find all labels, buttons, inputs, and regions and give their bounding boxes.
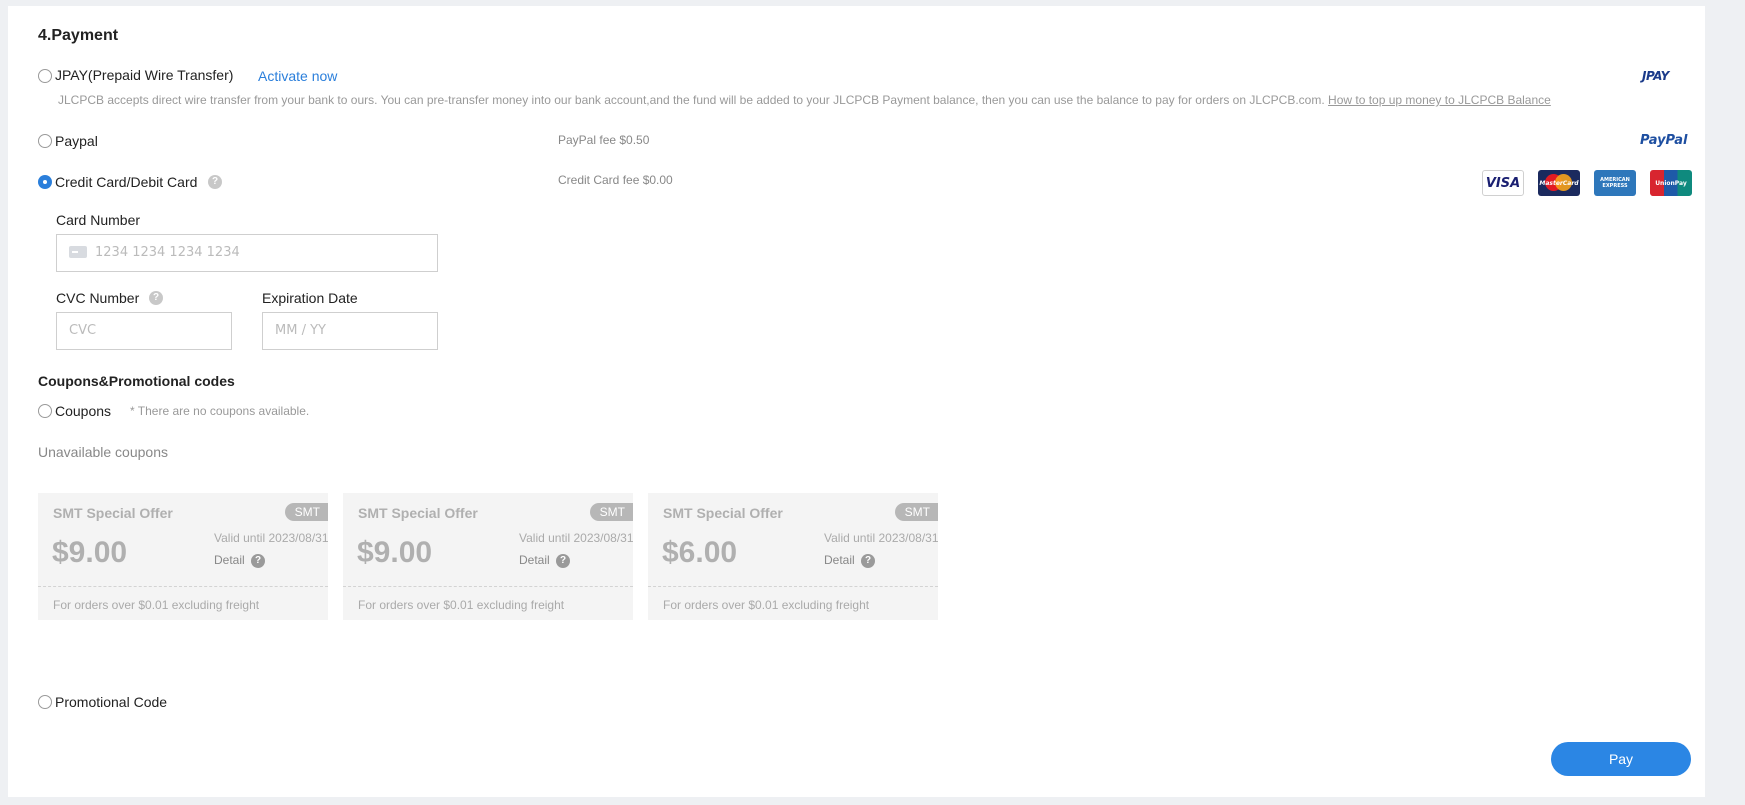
paypal-logo: PayPal — [1640, 133, 1688, 148]
coupons-label[interactable]: Coupons — [55, 403, 111, 419]
jpay-logo: JPAY — [1642, 69, 1669, 83]
cvc-input[interactable]: CVC — [56, 312, 232, 350]
paypal-fee: PayPal fee $0.50 — [558, 133, 650, 147]
mastercard-logo: MasterCard — [1538, 170, 1580, 196]
jpay-description: JLCPCB accepts direct wire transfer from… — [58, 93, 1551, 107]
credit-card-label[interactable]: Credit Card/Debit Card — [55, 174, 197, 190]
coupon-condition: For orders over $0.01 excluding freight — [53, 598, 260, 612]
coupon-valid-until: Valid until 2023/08/31 — [519, 531, 634, 545]
jpay-radio[interactable] — [38, 69, 52, 83]
payment-section-title: 4.Payment — [38, 27, 119, 44]
jpay-help-link[interactable]: How to top up money to JLCPCB Balance — [1328, 93, 1551, 107]
expiry-input[interactable]: MM / YY — [262, 312, 438, 350]
coupon-detail-label: Detail — [519, 553, 550, 567]
credit-card-fee: Credit Card fee $0.00 — [558, 173, 673, 187]
coupon-amount: $9.00 — [52, 536, 128, 569]
payment-panel — [8, 6, 1705, 797]
jpay-description-text: JLCPCB accepts direct wire transfer from… — [58, 93, 1325, 107]
unavailable-coupons-title: Unavailable coupons — [38, 444, 168, 460]
unionpay-logo: UnionPay — [1650, 170, 1692, 196]
coupon-divider — [648, 586, 938, 587]
coupon-valid-until: Valid until 2023/08/31 — [214, 531, 329, 545]
coupon-divider — [38, 586, 328, 587]
coupon-detail-help-icon[interactable]: ? — [861, 554, 875, 568]
coupon-title: SMT Special Offer — [53, 505, 173, 521]
coupons-section-title: Coupons&Promotional codes — [38, 373, 235, 389]
jpay-activate-link[interactable]: Activate now — [258, 68, 337, 84]
coupons-note: * There are no coupons available. — [130, 404, 310, 418]
expiry-placeholder: MM / YY — [275, 323, 326, 338]
promo-code-radio[interactable] — [38, 695, 52, 709]
cvc-help-icon[interactable]: ? — [149, 291, 163, 305]
coupon-card: SMT Special Offer SMT $6.00 Valid until … — [648, 493, 939, 620]
coupon-divider — [343, 586, 633, 587]
credit-card-help-icon[interactable]: ? — [208, 175, 222, 189]
visa-logo: VISA — [1482, 170, 1524, 196]
coupon-detail-help-icon[interactable]: ? — [556, 554, 570, 568]
jpay-label[interactable]: JPAY(Prepaid Wire Transfer) — [55, 67, 233, 83]
coupon-card: SMT Special Offer SMT $9.00 Valid until … — [343, 493, 634, 620]
coupon-card: SMT Special Offer SMT $9.00 Valid until … — [38, 493, 329, 620]
mastercard-text: MasterCard — [1539, 179, 1579, 187]
coupon-detail-label: Detail — [214, 553, 245, 567]
expiry-label: Expiration Date — [262, 290, 358, 306]
coupon-amount: $6.00 — [662, 536, 738, 569]
card-number-label: Card Number — [56, 212, 141, 228]
coupon-condition: For orders over $0.01 excluding freight — [663, 598, 870, 612]
coupon-tag: SMT — [894, 503, 938, 521]
promo-code-label[interactable]: Promotional Code — [55, 694, 167, 710]
card-number-placeholder: 1234 1234 1234 1234 — [95, 245, 240, 260]
coupon-amount: $9.00 — [357, 536, 433, 569]
credit-card-radio[interactable] — [38, 175, 52, 189]
coupon-title: SMT Special Offer — [358, 505, 478, 521]
card-number-input[interactable]: 1234 1234 1234 1234 — [56, 234, 438, 272]
cvc-label: CVC Number — [56, 290, 140, 306]
coupon-title: SMT Special Offer — [663, 505, 783, 521]
paypal-label[interactable]: Paypal — [55, 133, 98, 149]
coupon-tag: SMT — [589, 503, 633, 521]
credit-card-icon — [69, 245, 87, 258]
coupon-detail-label: Detail — [824, 553, 855, 567]
pay-button[interactable]: Pay — [1551, 742, 1691, 776]
coupon-detail-help-icon[interactable]: ? — [251, 554, 265, 568]
amex-logo: AMERICAN EXPRESS — [1594, 170, 1636, 196]
coupons-radio[interactable] — [38, 404, 52, 418]
paypal-radio[interactable] — [38, 134, 52, 148]
coupon-condition: For orders over $0.01 excluding freight — [358, 598, 565, 612]
cvc-placeholder: CVC — [69, 323, 97, 338]
coupon-valid-until: Valid until 2023/08/31 — [824, 531, 939, 545]
coupon-tag: SMT — [284, 503, 328, 521]
